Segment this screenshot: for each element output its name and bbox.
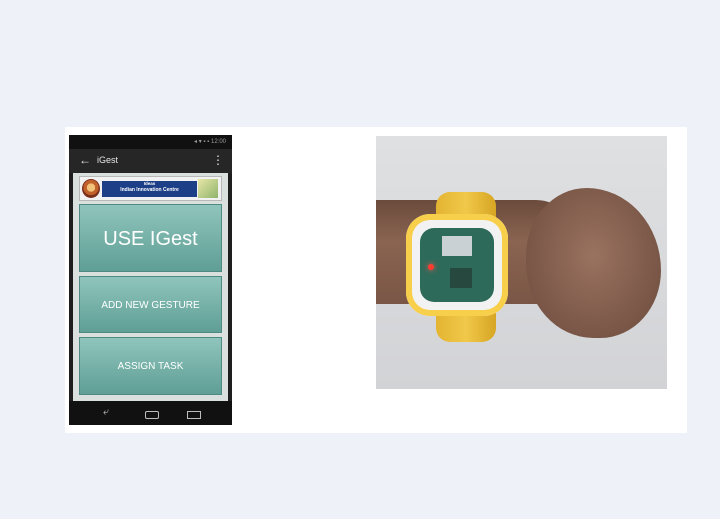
watch-case bbox=[406, 214, 508, 316]
use-igest-button[interactable]: USE IGest bbox=[79, 204, 222, 272]
system-nav-bar: ⤶ bbox=[69, 401, 232, 425]
assign-task-button[interactable]: ASSIGN TASK bbox=[79, 337, 222, 395]
phone-screenshot: ◂ ▾ ▪ ▪ 12:00 ← iGest ⋮ Ideas Indian Inn… bbox=[69, 135, 232, 425]
institute-logo bbox=[82, 179, 100, 198]
status-bar: ◂ ▾ ▪ ▪ 12:00 bbox=[69, 135, 232, 149]
pcb-chip bbox=[442, 236, 472, 256]
app-bar: ← iGest ⋮ bbox=[69, 149, 232, 173]
overflow-menu-icon[interactable]: ⋮ bbox=[212, 153, 224, 167]
app-banner: Ideas Indian Innovation Centre bbox=[79, 176, 222, 201]
emblem-logo bbox=[198, 179, 218, 198]
figure-card: ◂ ▾ ▪ ▪ 12:00 ← iGest ⋮ Ideas Indian Inn… bbox=[65, 127, 687, 433]
pcb-component bbox=[450, 268, 472, 288]
add-new-gesture-button[interactable]: ADD NEW GESTURE bbox=[79, 276, 222, 333]
smartwatch-photo bbox=[376, 136, 667, 389]
banner-line-2: Indian Innovation Centre bbox=[120, 187, 179, 193]
app-title: iGest bbox=[97, 155, 119, 165]
back-arrow-icon[interactable]: ← bbox=[79, 153, 91, 167]
watch-face bbox=[420, 228, 494, 302]
banner-text: Ideas Indian Innovation Centre bbox=[102, 181, 197, 197]
nav-back-icon[interactable]: ⤶ bbox=[103, 406, 109, 419]
led-indicator bbox=[428, 264, 434, 270]
fist-image bbox=[526, 188, 661, 338]
app-screen: Ideas Indian Innovation Centre USE IGest… bbox=[73, 173, 228, 401]
